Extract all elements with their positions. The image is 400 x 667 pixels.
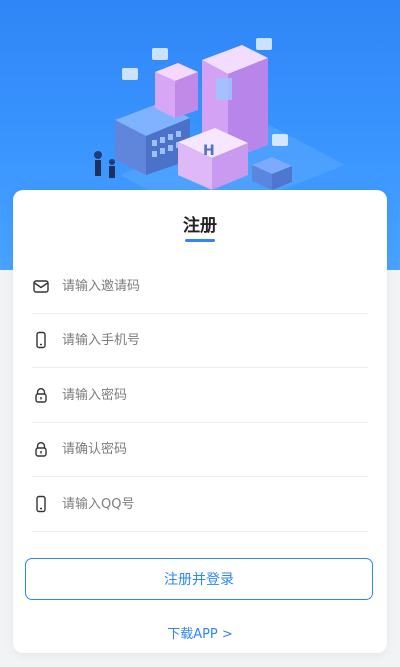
phone-field	[32, 313, 368, 368]
lock-icon	[35, 442, 47, 457]
page-title: 注册	[183, 216, 217, 236]
phone-input[interactable]	[60, 324, 354, 356]
phone-icon	[36, 331, 46, 349]
password-field	[32, 368, 368, 423]
register-login-button[interactable]: 注册并登录	[25, 558, 373, 600]
register-card: 注册 请输入邀请码 请输入手机号 请输入QQ号 注册并登录 下载APP >	[13, 190, 387, 653]
confirm-password-field	[32, 422, 368, 477]
qq-field	[32, 477, 368, 532]
invite-code-field	[32, 259, 368, 314]
title-underline	[185, 239, 215, 242]
lock-icon	[35, 388, 47, 403]
svg-text:H: H	[203, 143, 215, 159]
phone-icon	[36, 495, 46, 513]
confirm-password-input[interactable]	[60, 433, 354, 465]
envelope-icon	[33, 280, 49, 293]
invite-code-input[interactable]	[60, 270, 354, 302]
password-input[interactable]	[60, 379, 354, 411]
download-app-link[interactable]: 下载APP >	[13, 623, 387, 642]
qq-input[interactable]	[60, 488, 354, 520]
